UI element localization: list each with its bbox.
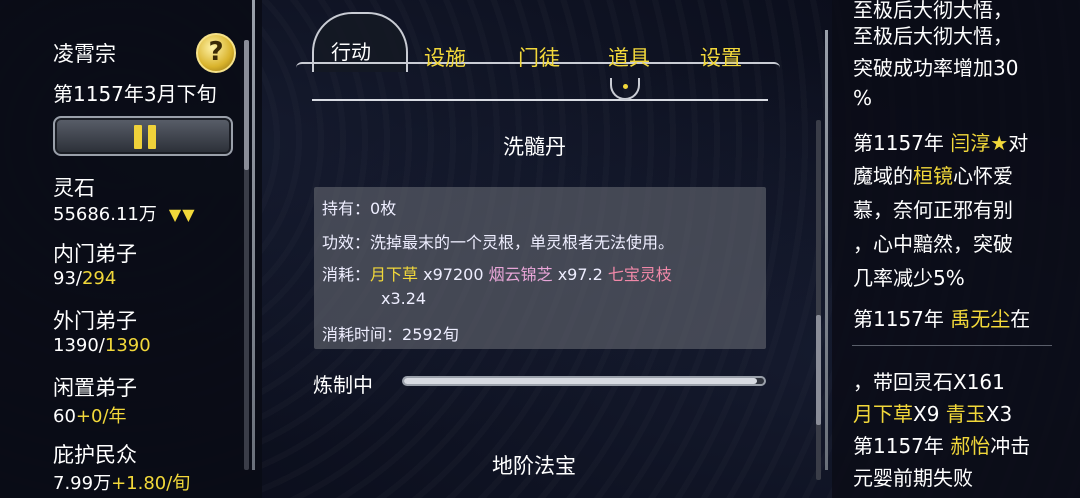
item-title[interactable]: 地阶法宝 [492, 450, 576, 480]
divider [852, 345, 1052, 346]
log-year: 第1157年 [853, 131, 944, 155]
log-entry-header: 第1157年 郝怡冲击 [853, 430, 1030, 459]
log-text-line: 月下草X9 青玉X3 [853, 398, 1012, 427]
log-text: % [853, 86, 873, 110]
time-label: 消耗时间： [322, 325, 403, 344]
log-text: ，带回灵石X161 [853, 370, 1005, 394]
cost-qty-wrap: x3.24 [381, 289, 427, 308]
stat-label-spirit-stone: 灵石 [53, 176, 95, 200]
tab-facilities[interactable]: 设施 [424, 42, 466, 72]
log-text: 突破成功率增加30 [853, 56, 1019, 80]
log-character-name[interactable]: 桓镜 [913, 164, 953, 188]
center-scrollbar[interactable] [816, 120, 821, 480]
crafting-progress-bar [402, 376, 766, 386]
log-text: 至极后大彻大悟， [853, 24, 1013, 48]
stat-value-rate: +1.80/旬 [111, 473, 191, 494]
scrollbar-thumb[interactable] [244, 40, 249, 170]
log-material: 月下草 [853, 402, 913, 426]
left-scrollbar[interactable] [244, 40, 249, 470]
item-title[interactable]: 洗髓丹 [503, 131, 566, 161]
log-year: 第1157年 [853, 434, 944, 458]
tab-items[interactable]: 道具 [608, 42, 650, 72]
stat-label-protected-people: 庇护民众 [53, 443, 137, 467]
divider [312, 99, 768, 101]
log-text: 魔域的 [853, 164, 913, 188]
held-label: 持有： [322, 199, 371, 218]
cost-row: 消耗：月下草 x97200 烟云锦芝 x97.2 七宝灵枝 [322, 261, 672, 285]
help-button[interactable]: ? [196, 33, 236, 73]
stat-value-spirit-stone: 55686.11万 ▼▼ [53, 200, 196, 226]
held-value: 0枚 [370, 199, 397, 218]
stat-value-text: 7.99万 [53, 473, 112, 494]
sect-name: 凌霄宗 [53, 42, 116, 66]
stat-value-protected-people: 7.99万+1.80/旬 [53, 469, 190, 495]
tab-disciples[interactable]: 门徒 [518, 42, 560, 72]
stat-label-idle-disciples: 闲置弟子 [53, 376, 137, 400]
log-entry-header: 第1157年 闫淳★对 [853, 127, 1028, 156]
stat-value-text: 60 [53, 406, 76, 427]
stat-value-rate: +0/年 [75, 406, 127, 427]
log-text: X9 [913, 402, 940, 426]
cost-qty: x97200 [423, 265, 484, 284]
stat-label-inner-disciples: 内门弟子 [53, 242, 137, 266]
pause-icon [134, 125, 142, 149]
effect-label: 功效： [322, 233, 371, 252]
divider [252, 0, 255, 470]
log-material: 青玉 [945, 402, 986, 426]
item-info-box: 持有：0枚 功效：洗掉最末的一个灵根，单灵根者无法使用。 消耗：月下草 x972… [314, 187, 766, 349]
log-text: 在 [1010, 307, 1031, 331]
pause-icon [148, 125, 156, 149]
log-text: ，心中黯然，突破 [853, 232, 1013, 256]
effect-value: 洗掉最末的一个灵根，单灵根者无法使用。 [370, 233, 675, 252]
log-text: 对 [1008, 131, 1029, 155]
log-text: 心怀爱 [953, 164, 1013, 188]
scrollbar-thumb[interactable] [816, 315, 821, 425]
log-character-name[interactable]: 禹无尘 [950, 307, 1010, 331]
time-row: 消耗时间：2592旬 [322, 321, 459, 345]
effect-row: 功效：洗掉最末的一个灵根，单灵根者无法使用。 [322, 229, 674, 253]
progress-fill [404, 378, 757, 384]
crafting-label: 炼制中 [313, 373, 373, 397]
cost-qty: x97.2 [557, 265, 603, 284]
held-row: 持有：0枚 [322, 195, 396, 219]
stat-value-text: 1390/ [53, 335, 105, 356]
cost-label: 消耗： [322, 265, 371, 284]
stat-value-idle-disciples: 60+0/年 [53, 402, 127, 428]
stat-value-inner-disciples: 93/294 [53, 268, 116, 289]
stat-value-max: 294 [81, 268, 117, 289]
game-date: 第1157年3月下旬 [53, 82, 217, 106]
sect-status-panel: 凌霄宗 ? 第1157年3月下旬 灵石 55686.11万 ▼▼ 内门弟子 93/… [0, 0, 262, 498]
log-text: X3 [985, 402, 1013, 426]
time-value: 2592旬 [402, 325, 459, 344]
tab-settings[interactable]: 设置 [700, 42, 742, 72]
log-text: 冲击 [990, 434, 1031, 458]
log-text: 元婴前期失败 [853, 466, 973, 490]
cost-material: 烟云锦芝 [488, 265, 553, 284]
log-text: 几率减少5% [853, 266, 965, 290]
log-entry-header: 第1157年 禹无尘在 [853, 303, 1030, 332]
log-text: 慕，奈何正邪有别 [853, 198, 1013, 222]
log-character-name[interactable]: 郝怡 [950, 434, 990, 458]
stat-value-outer-disciples: 1390/1390 [53, 335, 151, 356]
cost-material: 七宝灵枝 [607, 265, 672, 284]
decrease-arrows-icon: ▼▼ [168, 205, 196, 224]
log-year: 第1157年 [853, 307, 944, 331]
tab-action[interactable]: 行动 [331, 36, 371, 65]
stat-value-text: 93/ [53, 268, 82, 289]
stat-value-max: 1390 [104, 335, 151, 356]
cost-material: 月下草 [370, 265, 419, 284]
divider [825, 30, 828, 470]
stat-label-outer-disciples: 外门弟子 [53, 309, 137, 333]
pause-button[interactable] [53, 116, 233, 156]
log-character-name[interactable]: 闫淳★ [950, 131, 1008, 155]
stat-value-text: 55686.11万 [53, 204, 157, 225]
log-text-line: 魔域的桓镜心怀爱 [853, 160, 1013, 189]
